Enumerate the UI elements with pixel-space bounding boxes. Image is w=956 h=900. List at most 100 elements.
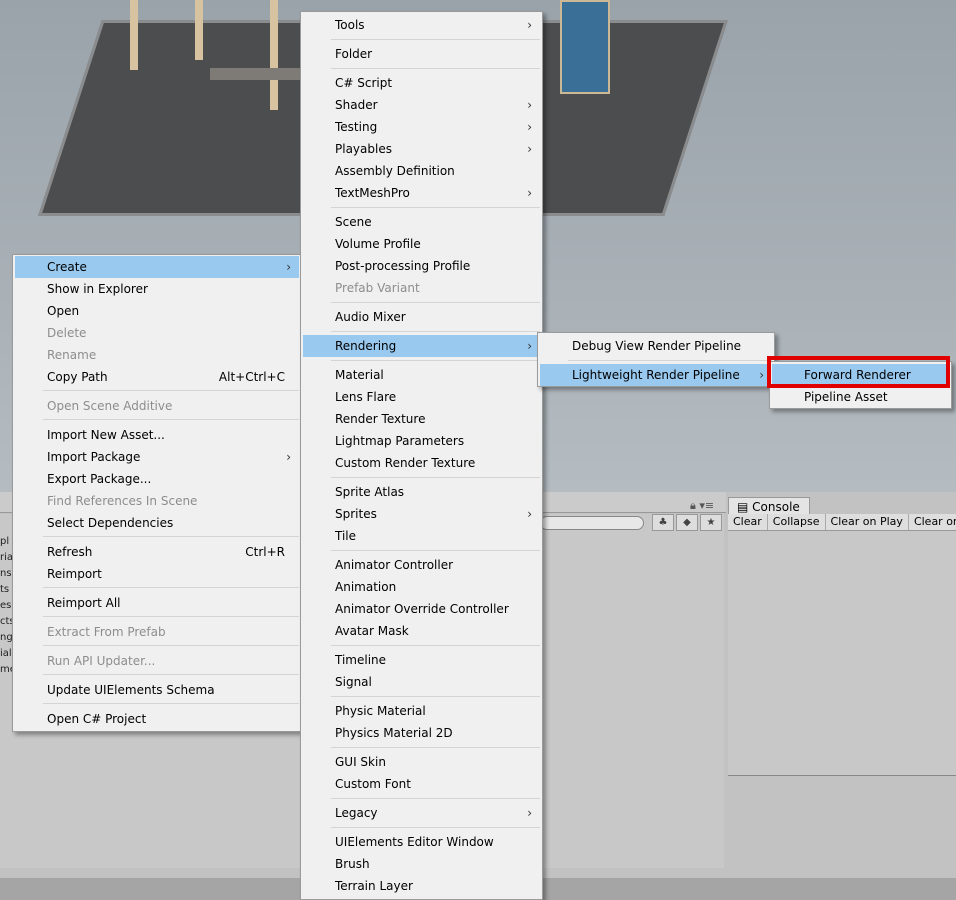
menu-item-terrain-layer[interactable]: Terrain Layer xyxy=(303,875,540,897)
filter-label-icon[interactable]: ◆ xyxy=(676,514,698,531)
menu-item-sprites[interactable]: Sprites › xyxy=(303,503,540,525)
menu-item-timeline[interactable]: Timeline xyxy=(303,649,540,671)
menu-item-assembly-definition[interactable]: Assembly Definition xyxy=(303,160,540,182)
menu-item-testing[interactable]: Testing › xyxy=(303,116,540,138)
menu-separator xyxy=(331,360,540,361)
menu-item-reimport[interactable]: Reimport xyxy=(15,563,299,585)
menu-item-rendering[interactable]: Rendering › xyxy=(303,335,540,357)
chevron-right-icon: › xyxy=(759,368,764,382)
menu-separator xyxy=(331,550,540,551)
menu-item-animator-override-controller[interactable]: Animator Override Controller xyxy=(303,598,540,620)
menu-item-avatar-mask[interactable]: Avatar Mask xyxy=(303,620,540,642)
tab-console[interactable]: ▤ Console xyxy=(728,497,810,515)
console-clear-on-build-button[interactable]: Clear on xyxy=(909,514,956,530)
menu-item-custom-render-texture[interactable]: Custom Render Texture xyxy=(303,452,540,474)
filter-type-icon[interactable]: ♣ xyxy=(652,514,674,531)
menu-separator xyxy=(331,696,540,697)
menu-separator xyxy=(43,703,299,704)
menu-item-render-texture[interactable]: Render Texture xyxy=(303,408,540,430)
console-panel: ▤ Console Clear Collapse Clear on Play C… xyxy=(726,492,956,878)
menu-item-c-script[interactable]: C# Script xyxy=(303,72,540,94)
menu-item-open[interactable]: Open xyxy=(15,300,299,322)
favorite-star-icon[interactable]: ★ xyxy=(700,514,722,531)
menu-item-label: Terrain Layer xyxy=(335,879,413,893)
menu-item-legacy[interactable]: Legacy › xyxy=(303,802,540,824)
menu-item-label: Physics Material 2D xyxy=(335,726,453,740)
menu-item-physics-material-2d[interactable]: Physics Material 2D xyxy=(303,722,540,744)
menu-item-label: Animation xyxy=(335,580,397,594)
menu-item-delete: Delete xyxy=(15,322,299,344)
menu-item-label: Open C# Project xyxy=(47,712,147,726)
menu-item-material[interactable]: Material xyxy=(303,364,540,386)
menu-item-refresh[interactable]: Refresh Ctrl+R xyxy=(15,541,299,563)
menu-item-import-new-asset[interactable]: Import New Asset... xyxy=(15,424,299,446)
project-search-input[interactable] xyxy=(540,516,644,530)
console-collapse-button[interactable]: Collapse xyxy=(768,514,826,530)
menu-item-label: Sprites xyxy=(335,507,377,521)
menu-item-label: Import New Asset... xyxy=(47,428,165,442)
menu-item-label: Create xyxy=(47,260,87,274)
menu-item-label: Select Dependencies xyxy=(47,516,174,530)
menu-separator xyxy=(43,419,299,420)
menu-item-label: TextMeshPro xyxy=(335,186,410,200)
menu-item-update-uielements-schema[interactable]: Update UIElements Schema xyxy=(15,679,299,701)
menu-item-animator-controller[interactable]: Animator Controller xyxy=(303,554,540,576)
menu-item-audio-mixer[interactable]: Audio Mixer xyxy=(303,306,540,328)
menu-item-physic-material[interactable]: Physic Material xyxy=(303,700,540,722)
console-clear-on-play-button[interactable]: Clear on Play xyxy=(826,514,909,530)
menu-separator xyxy=(331,747,540,748)
chevron-right-icon: › xyxy=(527,120,532,134)
menu-item-select-dependencies[interactable]: Select Dependencies xyxy=(15,512,299,534)
menu-item-shader[interactable]: Shader › xyxy=(303,94,540,116)
menu-separator xyxy=(331,477,540,478)
menu-item-reimport-all[interactable]: Reimport All xyxy=(15,592,299,614)
menu-item-label: Lightmap Parameters xyxy=(335,434,465,448)
menu-item-tile[interactable]: Tile xyxy=(303,525,540,547)
menu-item-post-processing-profile[interactable]: Post-processing Profile xyxy=(303,255,540,277)
menu-item-pipeline-asset[interactable]: Pipeline Asset xyxy=(772,386,949,408)
menu-item-export-package[interactable]: Export Package... xyxy=(15,468,299,490)
menu-item-lightweight-render-pipeline[interactable]: Lightweight Render Pipeline › xyxy=(540,364,772,386)
menu-item-import-package[interactable]: Import Package › xyxy=(15,446,299,468)
menu-item-tools[interactable]: Tools › xyxy=(303,14,540,36)
menu-item-lightmap-parameters[interactable]: Lightmap Parameters xyxy=(303,430,540,452)
menu-item-label: Reimport xyxy=(47,567,102,581)
menu-separator xyxy=(568,360,772,361)
menu-item-create[interactable]: Create › xyxy=(15,256,299,278)
menu-item-label: Tools xyxy=(335,18,365,32)
menu-item-uielements-editor-window[interactable]: UIElements Editor Window xyxy=(303,831,540,853)
menu-item-playables[interactable]: Playables › xyxy=(303,138,540,160)
menu-item-shortcut: Ctrl+R xyxy=(245,545,285,559)
menu-item-custom-font[interactable]: Custom Font xyxy=(303,773,540,795)
menu-item-sprite-atlas[interactable]: Sprite Atlas xyxy=(303,481,540,503)
chevron-right-icon: › xyxy=(286,260,291,274)
menu-item-label: Post-processing Profile xyxy=(335,259,471,273)
console-clear-button[interactable]: Clear xyxy=(728,514,768,530)
menu-item-open-c-project[interactable]: Open C# Project xyxy=(15,708,299,730)
project-filter-icons: ♣ ◆ ★ xyxy=(652,514,724,531)
menu-item-show-in-explorer[interactable]: Show in Explorer xyxy=(15,278,299,300)
menu-item-signal[interactable]: Signal xyxy=(303,671,540,693)
menu-item-scene[interactable]: Scene xyxy=(303,211,540,233)
menu-item-folder[interactable]: Folder xyxy=(303,43,540,65)
menu-item-copy-path[interactable]: Copy Path Alt+Ctrl+C xyxy=(15,366,299,388)
menu-separator xyxy=(331,798,540,799)
menu-item-debug-view-render-pipeline[interactable]: Debug View Render Pipeline xyxy=(540,335,772,357)
menu-item-volume-profile[interactable]: Volume Profile xyxy=(303,233,540,255)
menu-item-label: Rendering xyxy=(335,339,397,353)
scene-wall-frame xyxy=(195,0,203,60)
menu-item-animation[interactable]: Animation xyxy=(303,576,540,598)
menu-item-brush[interactable]: Brush xyxy=(303,853,540,875)
menu-item-textmeshpro[interactable]: TextMeshPro › xyxy=(303,182,540,204)
menu-item-lens-flare[interactable]: Lens Flare xyxy=(303,386,540,408)
menu-separator xyxy=(331,827,540,828)
menu-separator xyxy=(43,616,299,617)
menu-item-open-scene-additive: Open Scene Additive xyxy=(15,395,299,417)
lock-icon[interactable]: 🔒︎ ▾≡ xyxy=(690,499,714,513)
annotation-highlight-box xyxy=(767,356,950,388)
chevron-right-icon: › xyxy=(527,806,532,820)
menu-separator xyxy=(331,302,540,303)
menu-item-label: Open xyxy=(47,304,80,318)
menu-item-gui-skin[interactable]: GUI Skin xyxy=(303,751,540,773)
console-log-area[interactable] xyxy=(728,531,956,776)
